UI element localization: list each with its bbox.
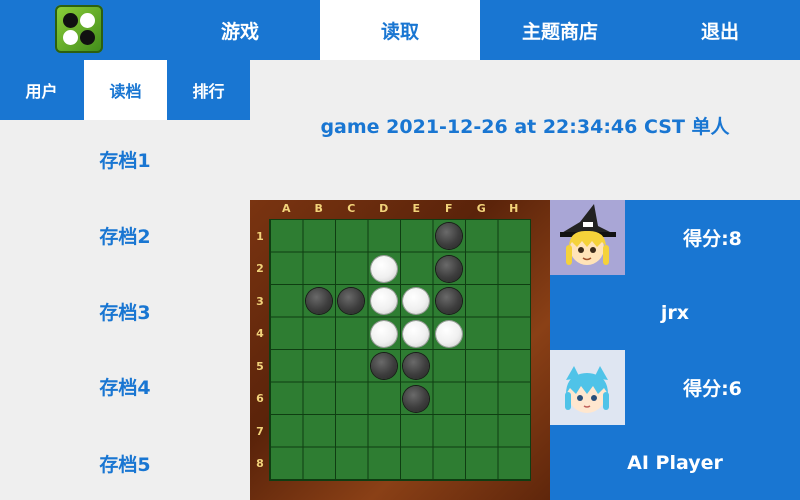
white-stone: [403, 320, 430, 347]
row-label: 5: [256, 359, 264, 373]
column-label: B: [314, 202, 323, 215]
black-stone: [435, 223, 462, 250]
white-stone: [370, 288, 397, 315]
black-stone: [338, 288, 365, 315]
tab-exit[interactable]: 退出: [640, 0, 800, 60]
save-slot-4[interactable]: 存档4: [0, 366, 250, 406]
black-stone: [370, 353, 397, 380]
subtab-load-save[interactable]: 读档: [84, 60, 167, 120]
player-2-name: AI Player: [550, 425, 800, 500]
black-stone: [305, 288, 332, 315]
player-1-score: 得分:8: [683, 228, 742, 250]
row-label: 6: [256, 392, 264, 406]
white-stone: [370, 320, 397, 347]
column-label: A: [281, 202, 291, 215]
black-stone: [403, 385, 430, 412]
game-title: game 2021-12-26 at 22:34:46 CST 单人: [320, 116, 730, 138]
blue-hair-character-icon: [550, 350, 625, 425]
tab-theme-store[interactable]: 主题商店: [480, 0, 640, 60]
row-label: 4: [256, 327, 264, 341]
tab-game[interactable]: 游戏: [160, 0, 320, 60]
save-slot-1[interactable]: 存档1: [0, 139, 250, 179]
subtab-user[interactable]: 用户: [0, 60, 83, 120]
save-slot-5[interactable]: 存档5: [0, 443, 250, 483]
row-label: 7: [256, 424, 264, 438]
column-label: D: [379, 202, 389, 215]
othello-board[interactable]: [270, 220, 530, 480]
player-1-name: jrx: [550, 275, 800, 350]
column-label: E: [412, 202, 420, 215]
column-label: G: [476, 202, 486, 215]
black-stone: [435, 288, 462, 315]
column-label: C: [347, 202, 356, 215]
subtab-ranking[interactable]: 排行: [167, 60, 250, 120]
row-label: 3: [256, 294, 264, 308]
row-label: 1: [256, 229, 264, 243]
othello-logo-icon: [55, 5, 103, 53]
player-2-score: 得分:6: [683, 378, 742, 400]
row-label: 8: [256, 457, 264, 471]
white-stone: [370, 255, 397, 282]
black-stone: [435, 255, 462, 282]
witch-character-icon: [550, 200, 625, 275]
column-label: F: [444, 202, 453, 215]
row-label: 2: [256, 262, 264, 276]
save-slot-3[interactable]: 存档3: [0, 291, 250, 331]
black-stone: [403, 353, 430, 380]
save-slot-2[interactable]: 存档2: [0, 215, 250, 255]
column-label: H: [509, 202, 519, 215]
tab-load[interactable]: 读取: [320, 0, 480, 60]
white-stone: [403, 288, 430, 315]
white-stone: [435, 320, 462, 347]
